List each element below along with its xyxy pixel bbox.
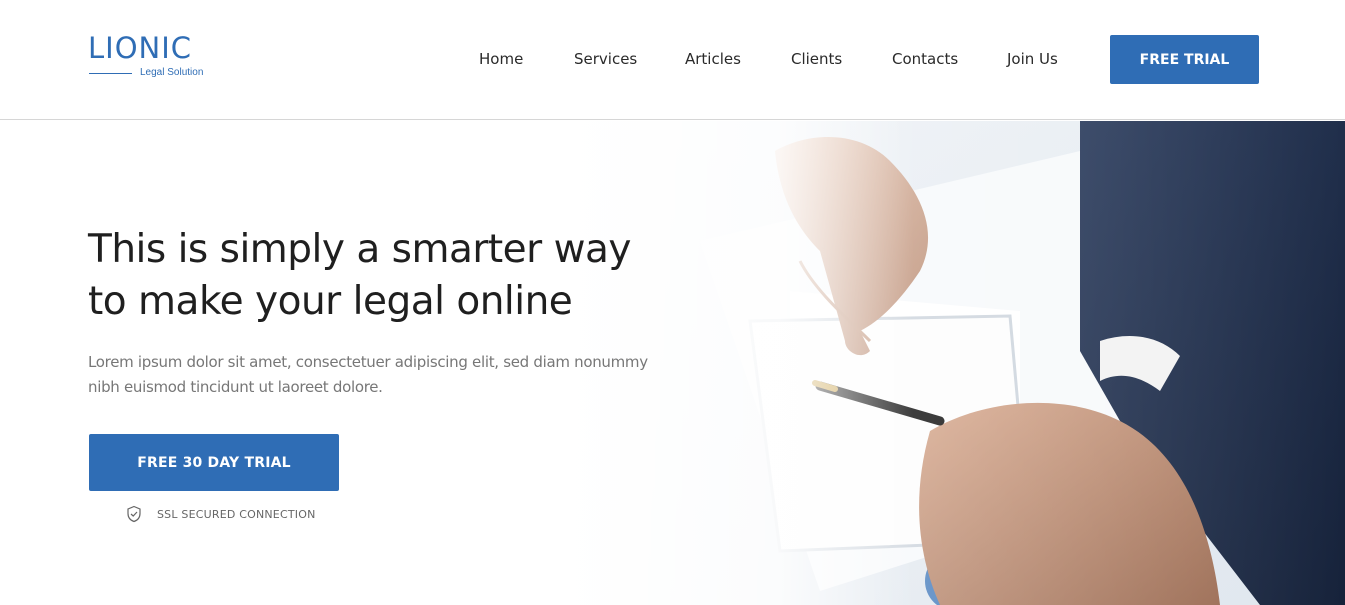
hero-headline: This is simply a smarter way to make you… — [88, 224, 648, 328]
ssl-badge: SSL SECURED CONNECTION — [125, 505, 316, 523]
hero-section: This is simply a smarter way to make you… — [0, 121, 1345, 605]
nav-clients[interactable]: Clients — [791, 48, 842, 70]
shield-check-icon — [127, 505, 141, 523]
hero-headline-line2: to make your legal online — [88, 279, 573, 324]
nav-articles[interactable]: Articles — [685, 48, 741, 70]
nav-contacts[interactable]: Contacts — [892, 48, 958, 70]
site-header: LIONIC Legal Solution Home Services Arti… — [0, 0, 1345, 120]
free-30-day-trial-button[interactable]: FREE 30 DAY TRIAL — [89, 434, 339, 491]
nav-home[interactable]: Home — [479, 48, 523, 70]
free-trial-button[interactable]: FREE TRIAL — [1110, 35, 1259, 84]
logo-divider — [89, 73, 132, 74]
nav-services[interactable]: Services — [574, 48, 637, 70]
ssl-label: SSL SECURED CONNECTION — [157, 507, 316, 521]
nav-join-us[interactable]: Join Us — [1007, 48, 1058, 70]
hero-description: Lorem ipsum dolor sit amet, consectetuer… — [88, 350, 688, 400]
hero-description-line2: nibh euismod tincidunt ut laoreet dolore… — [88, 378, 383, 396]
hero-headline-line1: This is simply a smarter way — [88, 227, 632, 272]
hero-description-line1: Lorem ipsum dolor sit amet, consectetuer… — [88, 353, 648, 371]
